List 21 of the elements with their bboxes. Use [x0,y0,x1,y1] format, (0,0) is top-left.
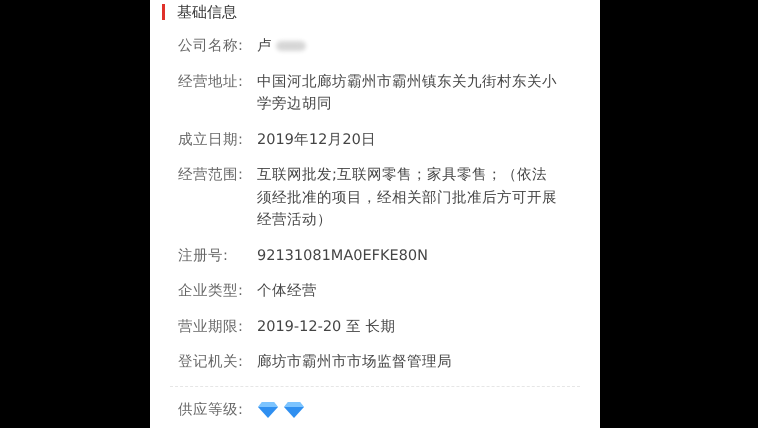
field-label: 注册号: [178,246,229,266]
field-value: 92131081MA0EFKE80N [257,246,429,266]
field-label: 供应等级: [178,400,244,420]
section-title: 基础信息 [177,2,237,22]
field-label: 营业期限: [178,318,244,336]
accent-bar [162,4,165,20]
field-label: 经营范围: [178,166,244,185]
field-value: 互联网批发;互联网零售；家具零售；（依法须经批准的项目，经相关部门批准后方可开展经营活动） [257,166,558,230]
field-value: 中国河北廊坊霸州市霸州镇东关九街村东关小学旁边胡同 [257,72,558,114]
diamond-icon [257,400,279,419]
field-label: 登记机关: [178,353,244,372]
field-label: 企业类型: [178,282,244,301]
field-value: 2019年12月20日 [257,130,377,150]
field-value: 个体经营 [257,282,318,301]
field-value: 2019-12-20 至 长期 [257,318,396,336]
field-value: 廊坊市霸州市市场监督管理局 [257,352,453,372]
field-label: 公司名称: [178,37,244,56]
field-label: 经营地址: [178,72,244,92]
diamond-icon [283,400,305,419]
field-label: 成立日期: [178,130,244,150]
field-value: 卢 [257,37,272,56]
